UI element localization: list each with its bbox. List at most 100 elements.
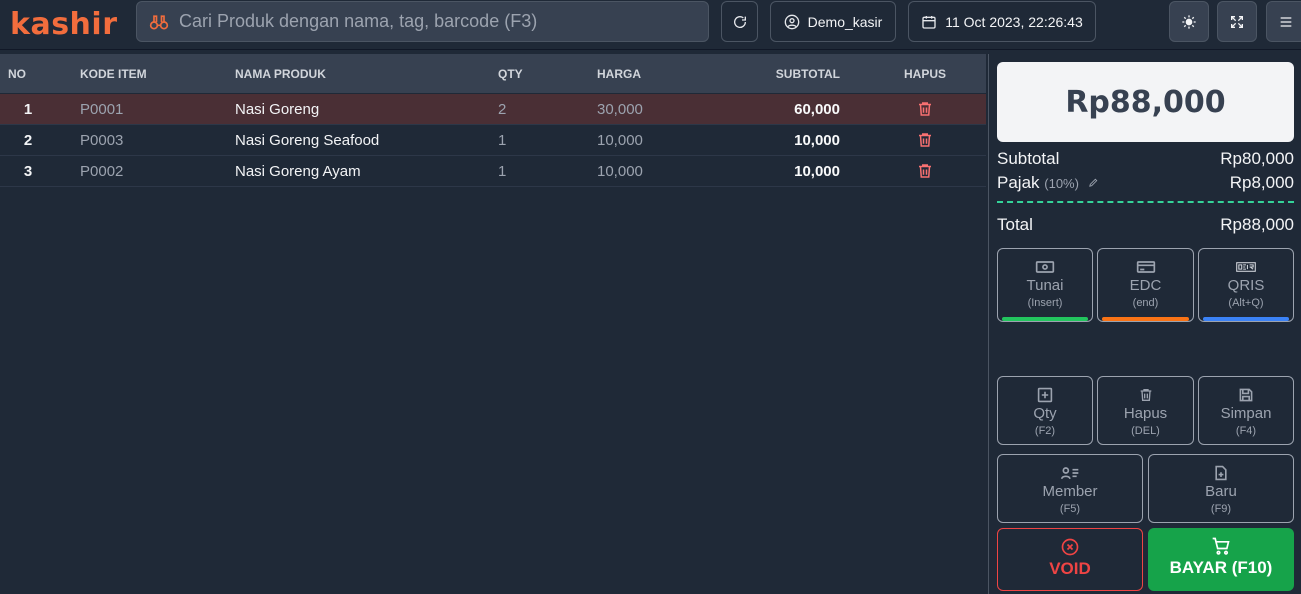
calendar-icon: [922, 15, 936, 29]
row-price: 30,000: [597, 101, 643, 118]
void-label: VOID: [1049, 559, 1091, 578]
subtotal-line: Subtotal Rp80,000: [997, 149, 1294, 169]
row-code: P0002: [80, 163, 124, 180]
fullscreen-button[interactable]: [1217, 1, 1257, 42]
hapus-shortcut: (DEL): [1131, 425, 1160, 437]
row-subtotal: 10,000: [794, 163, 840, 180]
col-kode-item: KODE ITEM: [80, 67, 147, 81]
row-price: 10,000: [597, 132, 643, 149]
bayar-label: BAYAR (F10): [1169, 558, 1273, 577]
simpan-shortcut: (F4): [1235, 425, 1257, 437]
total-line: Total Rp88,000: [997, 215, 1294, 235]
table-row[interactable]: 1 P0001 Nasi Goreng 2 30,000 60,000: [0, 94, 986, 125]
baru-label: Baru: [1205, 483, 1237, 500]
void-button[interactable]: VOID: [997, 528, 1143, 591]
menu-button[interactable]: [1266, 1, 1301, 42]
row-code: P0003: [80, 132, 124, 149]
qty-label: Qty: [1033, 405, 1057, 422]
search-input[interactable]: [179, 11, 679, 32]
cart-table: NO KODE ITEM NAMA PRODUK QTY HARGA SUBTO…: [0, 54, 986, 594]
row-no: 1: [23, 101, 33, 118]
summary-divider: [997, 201, 1294, 203]
row-name: Nasi Goreng Seafood: [235, 132, 380, 149]
delete-row-button[interactable]: [916, 131, 934, 153]
col-hapus: HAPUS: [904, 67, 947, 81]
baru-shortcut: (F9): [1210, 503, 1232, 515]
hapus-button[interactable]: Hapus (DEL): [1097, 376, 1194, 445]
trash-icon: [919, 133, 931, 147]
col-subtotal: SUBTOTAL: [775, 67, 840, 81]
new-file-icon: [1215, 465, 1227, 481]
sun-icon: [1182, 14, 1196, 29]
subtotal-value: Rp80,000: [1220, 149, 1294, 168]
floppy-disk-icon: [1239, 388, 1253, 402]
card-icon: [1136, 261, 1155, 273]
cash-icon: [1035, 261, 1055, 273]
row-qty: 1: [498, 132, 507, 149]
subtotal-label: Subtotal: [997, 149, 1060, 168]
hamburger-icon: [1280, 16, 1292, 27]
delete-row-button[interactable]: [916, 162, 934, 184]
row-subtotal: 60,000: [794, 101, 840, 118]
row-subtotal: 10,000: [794, 132, 840, 149]
pencil-icon[interactable]: [1088, 177, 1099, 188]
row-name: Nasi Goreng Ayam: [235, 163, 361, 180]
qris-label: QRIS: [1227, 277, 1265, 294]
edc-label: EDC: [1129, 277, 1162, 294]
binoculars-icon: [149, 14, 169, 30]
grand-total-display: Rp88,000: [997, 62, 1294, 142]
cart-icon: [1212, 537, 1230, 555]
user-list-icon: [1060, 467, 1079, 480]
tunai-shortcut: (Insert): [1027, 297, 1063, 309]
checkout-panel: Rp88,000 Subtotal Rp80,000 Pajak (10%) R…: [988, 54, 1301, 594]
top-bar: kashir Demo_kasir 11 Oct 2023, 22:26:43: [0, 0, 1301, 50]
hapus-label: Hapus: [1123, 405, 1168, 422]
member-shortcut: (F5): [1059, 503, 1081, 515]
row-qty: 2: [498, 101, 507, 118]
user-circle-icon: [784, 14, 799, 29]
tax-value: Rp8,000: [1229, 173, 1294, 192]
col-no: NO: [8, 67, 26, 81]
col-nama-produk: NAMA PRODUK: [235, 67, 326, 81]
kashir-logo: kashir: [10, 6, 118, 42]
table-row[interactable]: 3 P0002 Nasi Goreng Ayam 1 10,000 10,000: [0, 156, 986, 187]
row-no: 3: [23, 163, 33, 180]
theme-toggle-button[interactable]: [1169, 1, 1209, 42]
row-code: P0001: [80, 101, 124, 118]
tunai-label: Tunai: [1026, 277, 1064, 294]
user-name: Demo_kasir: [807, 13, 883, 30]
datetime-button[interactable]: 11 Oct 2023, 22:26:43: [908, 1, 1096, 42]
total-value: Rp88,000: [1220, 215, 1294, 234]
baru-button[interactable]: Baru (F9): [1148, 454, 1294, 523]
pay-edc-button[interactable]: EDC (end): [1097, 248, 1194, 322]
row-price: 10,000: [597, 163, 643, 180]
refresh-button[interactable]: [721, 1, 758, 42]
delete-row-button[interactable]: [916, 100, 934, 122]
member-label: Member: [1042, 483, 1098, 500]
simpan-label: Simpan: [1220, 405, 1272, 422]
simpan-button[interactable]: Simpan (F4): [1198, 376, 1294, 445]
refresh-icon: [733, 15, 746, 28]
qris-icon: [1236, 262, 1256, 272]
pay-qris-button[interactable]: QRIS (Alt+Q): [1198, 248, 1294, 322]
user-button[interactable]: Demo_kasir: [770, 1, 896, 42]
search-bar[interactable]: [136, 1, 709, 42]
member-button[interactable]: Member (F5): [997, 454, 1143, 523]
expand-icon: [1231, 15, 1243, 28]
pay-tunai-button[interactable]: Tunai (Insert): [997, 248, 1093, 322]
qris-shortcut: (Alt+Q): [1228, 297, 1264, 309]
row-qty: 1: [498, 163, 507, 180]
row-no: 2: [23, 132, 33, 149]
trash-icon: [919, 164, 931, 178]
row-name: Nasi Goreng: [235, 101, 320, 118]
tunai-color-bar: [1002, 317, 1088, 321]
qty-button[interactable]: Qty (F2): [997, 376, 1093, 445]
qris-color-bar: [1203, 317, 1289, 321]
total-label: Total: [997, 215, 1033, 234]
logo-text: kashir: [10, 6, 118, 42]
qty-shortcut: (F2): [1034, 425, 1056, 437]
bayar-button[interactable]: BAYAR (F10): [1148, 528, 1294, 591]
plus-square-icon: [1037, 387, 1053, 403]
table-row[interactable]: 2 P0003 Nasi Goreng Seafood 1 10,000 10,…: [0, 125, 986, 156]
col-harga: HARGA: [597, 67, 641, 81]
